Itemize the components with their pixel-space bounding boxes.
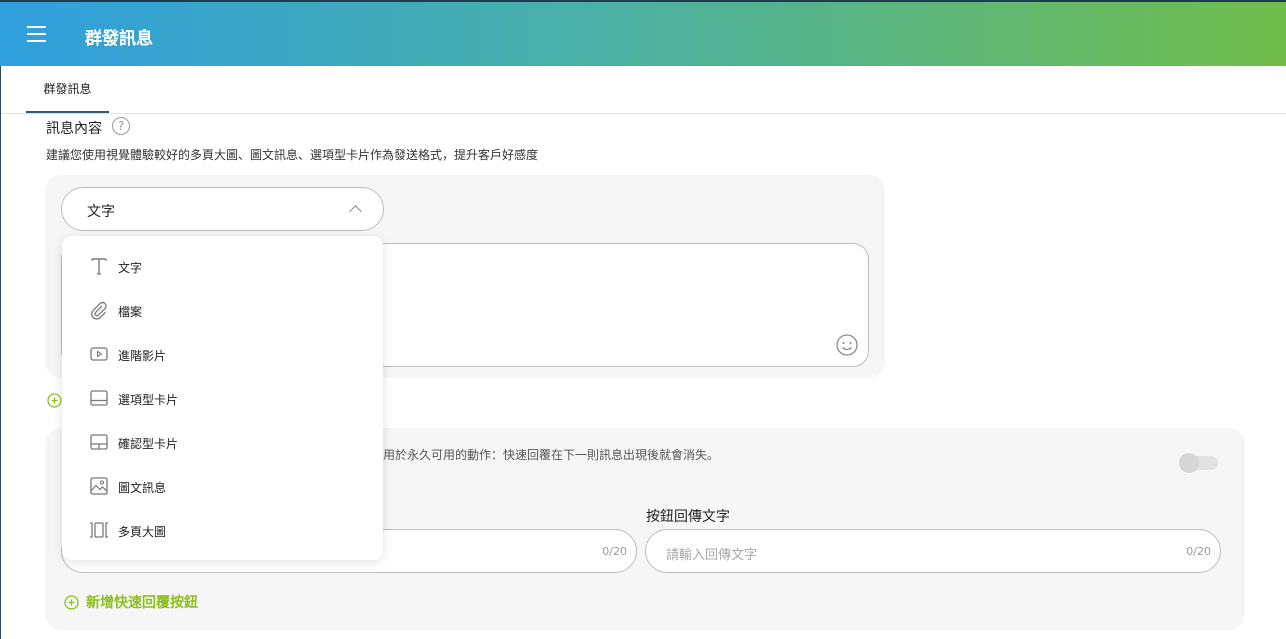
- dropdown-item-file[interactable]: 檔案: [62, 288, 383, 332]
- add-message-icon[interactable]: [47, 393, 62, 408]
- add-quick-reply-button[interactable]: 新增快速回覆按鈕: [64, 592, 198, 612]
- left-border: [0, 66, 1, 639]
- chevron-up-icon: [349, 205, 362, 218]
- paperclip-icon: [91, 301, 107, 320]
- message-type-dropdown: 文字 檔案 進階影片 選項型卡片 確認型卡片 圖文訊息 多頁大圖: [62, 236, 383, 560]
- quick-reply-toggle[interactable]: [1179, 453, 1218, 473]
- reply-text-placeholder: 請輸入回傳文字: [666, 548, 758, 563]
- dropdown-item-text[interactable]: 文字: [62, 244, 383, 288]
- dropdown-item-label: 多頁大圖: [118, 525, 167, 539]
- carousel-icon: [90, 522, 108, 538]
- hamburger-icon[interactable]: [27, 26, 47, 44]
- confirm-card-icon: [90, 434, 108, 450]
- tab-broadcast[interactable]: 群發訊息: [26, 66, 109, 113]
- text-icon: [91, 258, 107, 275]
- help-icon[interactable]: ?: [112, 117, 130, 135]
- add-circle-icon: [64, 594, 79, 610]
- dropdown-item-label: 確認型卡片: [118, 437, 179, 451]
- dropdown-item-label: 文字: [118, 261, 143, 275]
- option-card-icon: [90, 390, 108, 406]
- dropdown-item-video[interactable]: 進階影片: [62, 332, 383, 376]
- message-content-title: 訊息內容: [46, 121, 102, 137]
- dropdown-item-option-card[interactable]: 選項型卡片: [62, 376, 383, 420]
- dropdown-item-confirm-card[interactable]: 確認型卡片: [62, 420, 383, 464]
- dropdown-item-rich-message[interactable]: 圖文訊息: [62, 464, 383, 508]
- char-counter: 0/20: [1186, 545, 1211, 558]
- dropdown-item-label: 圖文訊息: [118, 481, 167, 495]
- dropdown-item-label: 檔案: [118, 305, 143, 319]
- reply-text-input[interactable]: 請輸入回傳文字 0/20: [645, 529, 1221, 573]
- app-header: 群發訊息: [0, 0, 1286, 66]
- toggle-knob: [1179, 453, 1199, 473]
- dropdown-item-label: 選項型卡片: [118, 393, 179, 407]
- video-play-icon: [90, 347, 108, 361]
- reply-text-label: 按鈕回傳文字: [646, 509, 730, 525]
- message-type-value: 文字: [87, 204, 115, 220]
- message-type-select[interactable]: 文字: [61, 187, 384, 231]
- char-counter: 0/20: [602, 545, 627, 558]
- page-title: 群發訊息: [85, 29, 153, 49]
- tab-bar: 群發訊息: [0, 66, 1286, 114]
- dropdown-item-carousel[interactable]: 多頁大圖: [62, 508, 383, 552]
- dropdown-item-label: 進階影片: [118, 349, 167, 363]
- message-hint: 建議您使用視覺體驗較好的多頁大圖、圖文訊息、選項型卡片作為發送格式，提升客戶好感…: [46, 148, 539, 162]
- quick-reply-description: 用於永久可用的動作：快速回覆在下一則訊息出現後就會消失。: [383, 448, 720, 462]
- emoji-icon[interactable]: [836, 334, 858, 356]
- image-icon: [90, 477, 108, 495]
- add-quick-reply-label: 新增快速回覆按鈕: [86, 595, 198, 611]
